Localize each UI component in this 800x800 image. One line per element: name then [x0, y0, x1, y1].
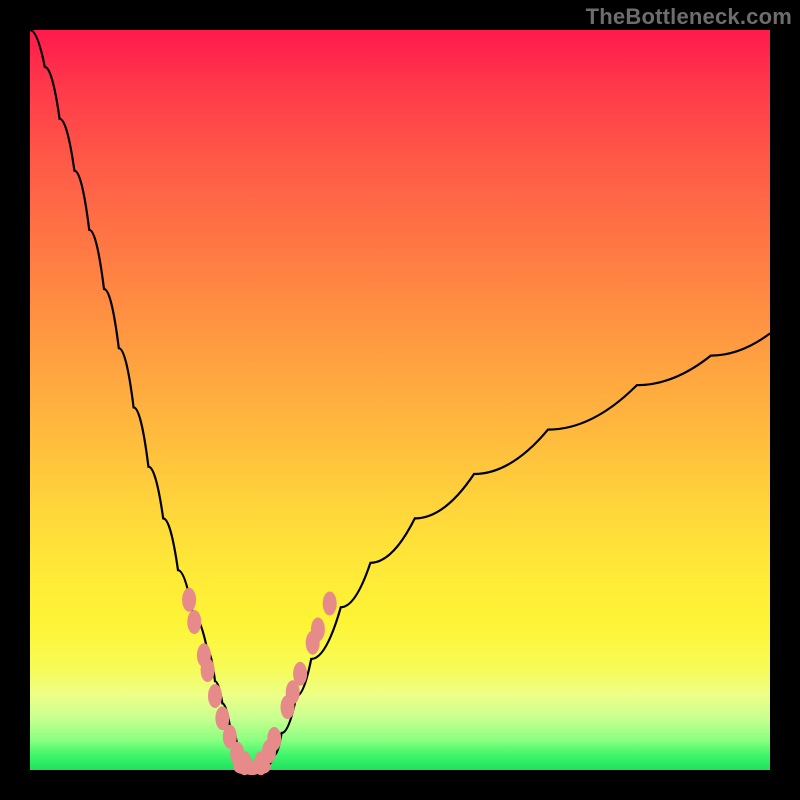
- data-marker: [187, 610, 201, 634]
- curve-layer: [30, 30, 770, 770]
- curve-path: [30, 30, 770, 768]
- data-marker: [293, 662, 307, 686]
- data-marker: [208, 684, 222, 708]
- data-marker: [201, 658, 215, 682]
- data-marker: [323, 592, 337, 616]
- chart-frame: TheBottleneck.com: [0, 0, 800, 800]
- data-marker: [311, 617, 325, 641]
- data-marker: [251, 760, 271, 774]
- data-marker: [267, 727, 281, 751]
- bottleneck-curve: [30, 30, 770, 768]
- data-marker: [182, 588, 196, 612]
- data-markers: [182, 588, 337, 776]
- watermark-text: TheBottleneck.com: [586, 4, 792, 30]
